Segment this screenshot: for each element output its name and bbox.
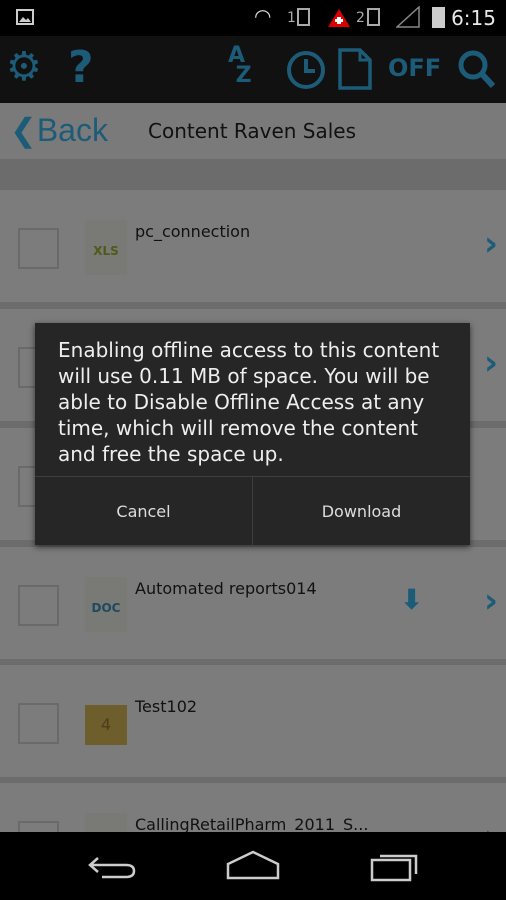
item-name: CallingRetailPharm_2011_S... [135, 815, 369, 832]
download-icon[interactable]: ⬇ [400, 583, 423, 616]
back-label: Back [36, 112, 108, 148]
download-button[interactable]: Download [252, 477, 470, 545]
home-icon[interactable] [226, 850, 280, 880]
offline-access-dialog: Enabling offline access to this content … [35, 323, 470, 545]
sim1-label: 1 [287, 10, 296, 26]
wifi-icon: ◠ [254, 4, 272, 28]
checkbox[interactable] [18, 228, 59, 269]
page-title: Content Raven Sales [148, 119, 357, 143]
sim2-label: 2 [356, 10, 365, 26]
chevron-right-icon[interactable]: › [484, 343, 498, 383]
alert-icon [328, 9, 350, 27]
image-icon [16, 9, 34, 25]
back-button[interactable]: ❮Back [10, 111, 108, 149]
chevron-right-icon[interactable]: › [484, 817, 498, 832]
status-bar: ◠ 1 2 6:15 [0, 0, 506, 36]
chevron-left-icon: ❮ [10, 112, 37, 148]
nav-bar: ❮Back Content Raven Sales [0, 103, 506, 159]
signal-icon [396, 6, 420, 28]
system-nav-bar [0, 832, 506, 900]
battery-icon [432, 7, 445, 28]
clock-time: 6:15 [451, 6, 496, 30]
help-icon[interactable]: ? [68, 42, 94, 93]
gear-icon[interactable]: ⚙ [6, 44, 42, 90]
chevron-right-icon[interactable]: › [484, 581, 498, 621]
recent-apps-icon[interactable] [370, 850, 420, 882]
folder-icon: 4 [85, 705, 127, 745]
document-icon[interactable] [338, 48, 372, 90]
clock-icon[interactable] [286, 50, 326, 90]
toolbar: ⚙ ? A Z OFF [0, 36, 506, 103]
checkbox[interactable] [18, 703, 59, 744]
doc-file-icon: DOC [85, 577, 127, 632]
list-item[interactable]: 4 Test102 [0, 665, 506, 777]
sort-az-icon[interactable]: A Z [228, 45, 252, 87]
sim1-icon [297, 8, 310, 26]
offline-toggle[interactable]: OFF [388, 54, 441, 82]
checkbox[interactable] [18, 821, 59, 832]
item-name: Test102 [135, 697, 198, 716]
checkbox[interactable] [18, 585, 59, 626]
file-icon [85, 813, 127, 832]
cancel-button[interactable]: Cancel [35, 477, 252, 545]
list-item[interactable]: CallingRetailPharm_2011_S... › [0, 783, 506, 832]
search-icon[interactable] [456, 48, 496, 90]
sim2-icon [367, 8, 380, 26]
back-nav-icon[interactable] [88, 854, 136, 880]
list-item[interactable]: DOC Automated reports014 ⬇ › [0, 547, 506, 659]
xls-file-icon: XLS [85, 220, 127, 275]
item-name: pc_connection [135, 222, 251, 241]
chevron-right-icon[interactable]: › [484, 224, 498, 264]
dialog-message: Enabling offline access to this content … [58, 338, 440, 466]
item-name: Automated reports014 [135, 579, 317, 598]
list-item[interactable]: XLS pc_connection › [0, 190, 506, 302]
